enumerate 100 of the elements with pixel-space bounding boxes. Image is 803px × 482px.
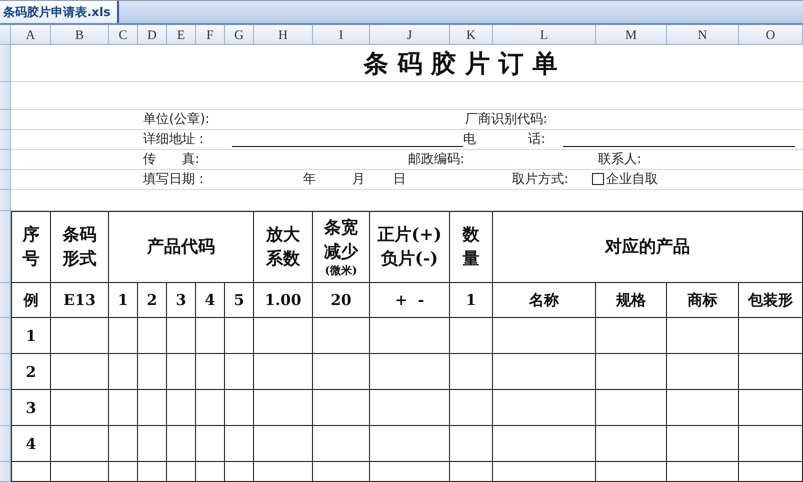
row-header[interactable] (0, 390, 11, 426)
table-cell (450, 462, 493, 482)
column-header[interactable]: C (109, 25, 138, 45)
table-cell: 5 (225, 283, 254, 318)
form-label: 联系人: (598, 151, 642, 169)
row-header[interactable] (0, 318, 11, 354)
row-header[interactable] (0, 82, 11, 110)
table-cell (167, 426, 196, 462)
column-header[interactable]: E (167, 25, 196, 45)
row-header[interactable] (0, 130, 11, 150)
table-header-cell: 序号 (11, 211, 51, 283)
table-cell (138, 426, 167, 462)
form-title: 条 码 胶 片 订 单 (254, 45, 667, 82)
row-header[interactable] (0, 170, 11, 190)
table-cell (138, 354, 167, 390)
table-cell (167, 318, 196, 354)
table-cell (51, 390, 109, 426)
column-header[interactable]: M (596, 25, 667, 45)
table-cell (254, 462, 313, 482)
table-cell (254, 390, 313, 426)
table-cell (739, 318, 803, 354)
row-header[interactable] (0, 283, 11, 318)
column-header[interactable]: B (51, 25, 109, 45)
row-header[interactable] (0, 426, 11, 462)
table-cell: 例 (11, 283, 51, 318)
table-cell (11, 462, 51, 482)
table-cell (196, 354, 225, 390)
row-header[interactable] (0, 190, 11, 211)
form-label: 厂商识别代码: (465, 111, 548, 129)
table-cell (450, 354, 493, 390)
table-cell (450, 390, 493, 426)
table-header-cell: 对应的产品 (493, 211, 803, 283)
form-label: 话: (528, 131, 546, 149)
table-cell (667, 462, 739, 482)
row-header[interactable] (0, 150, 11, 170)
form-label: 详细地址 : (143, 131, 204, 149)
table-cell (739, 354, 803, 390)
select-all-corner[interactable] (0, 25, 11, 45)
row-header[interactable] (0, 110, 11, 130)
table-cell: 4 (196, 283, 225, 318)
table-cell (667, 354, 739, 390)
table-cell: 商标 (667, 283, 739, 318)
column-header[interactable]: A (11, 25, 51, 45)
table-cell (596, 318, 667, 354)
column-header[interactable]: H (254, 25, 313, 45)
table-cell (196, 318, 225, 354)
table-cell (109, 462, 138, 482)
table-cell: 规格 (596, 283, 667, 318)
column-header[interactable]: N (667, 25, 739, 45)
table-cell (254, 354, 313, 390)
table-cell (51, 462, 109, 482)
row-header[interactable] (0, 211, 11, 283)
column-header[interactable]: I (313, 25, 370, 45)
form-label: 年 (303, 171, 316, 189)
form-label: 填写日期 : (143, 171, 204, 189)
table-cell (109, 318, 138, 354)
form-label: 月 (352, 171, 365, 189)
table-cell (51, 426, 109, 462)
column-header[interactable]: J (370, 25, 450, 45)
table-cell (138, 390, 167, 426)
table-cell: 1 (450, 283, 493, 318)
table-header-cell: 放大系数 (254, 211, 313, 283)
table-cell (450, 426, 493, 462)
table-cell (225, 390, 254, 426)
table-cell (196, 390, 225, 426)
row-header[interactable] (0, 354, 11, 390)
table-cell: 3 (167, 283, 196, 318)
table-cell: + - (370, 283, 450, 318)
table-cell: 2 (138, 283, 167, 318)
checkbox[interactable] (592, 173, 604, 185)
table-cell (596, 390, 667, 426)
column-header[interactable]: K (450, 25, 493, 45)
table-cell (225, 354, 254, 390)
table-cell: 1.00 (254, 283, 313, 318)
form-label: 传 真: (143, 151, 200, 169)
column-header[interactable]: F (196, 25, 225, 45)
table-cell: 包装形 (739, 283, 803, 318)
row-number-cell: 2 (11, 354, 51, 390)
row-header[interactable] (0, 462, 11, 482)
sheet-tab[interactable]: 条码胶片申请表.xls (0, 1, 119, 23)
form-label: 单位(公章): (143, 111, 210, 129)
row-number-cell: 3 (11, 390, 51, 426)
table-cell: 名称 (493, 283, 596, 318)
table-cell (596, 462, 667, 482)
column-header[interactable]: L (493, 25, 596, 45)
column-header[interactable]: D (138, 25, 167, 45)
table-cell (225, 426, 254, 462)
column-header[interactable]: G (225, 25, 254, 45)
table-cell: E13 (51, 283, 109, 318)
table-header-cell: 数量 (450, 211, 493, 283)
table-cell (225, 318, 254, 354)
table-cell (51, 354, 109, 390)
form-label: 电 (463, 131, 476, 149)
row-header[interactable] (0, 45, 11, 82)
column-header[interactable]: O (739, 25, 803, 45)
table-cell (254, 426, 313, 462)
table-cell: 20 (313, 283, 370, 318)
table-cell (51, 318, 109, 354)
table-cell (596, 426, 667, 462)
table-cell (196, 426, 225, 462)
